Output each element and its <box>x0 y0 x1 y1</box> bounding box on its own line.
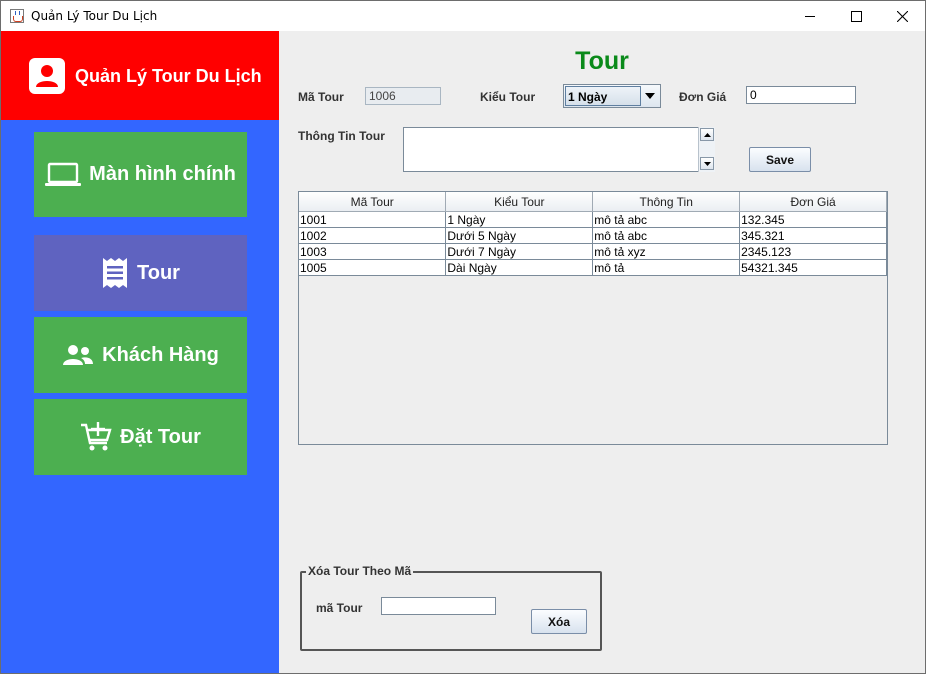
sidebar-header: Quản Lý Tour Du Lịch <box>1 31 279 120</box>
table-cell[interactable]: 2345.123 <box>739 243 887 260</box>
column-header[interactable]: Đơn Giá <box>739 192 887 212</box>
scroll-up-button[interactable] <box>700 128 714 141</box>
title-bar: Quản Lý Tour Du Lịch <box>1 1 925 31</box>
don-gia-field[interactable]: 0 <box>746 86 856 104</box>
main-panel: Tour Mã Tour 1006 Kiểu Tour 1 Ngày Đơn G… <box>279 31 925 673</box>
table-cell[interactable]: Dưới 5 Ngày <box>445 227 594 244</box>
table-cell[interactable]: Dưới 7 Ngày <box>445 243 594 260</box>
table-cell[interactable]: mô tả xyz <box>592 243 741 260</box>
tour-table: Mã Tour Kiểu Tour Thông Tin Đơn Giá 1001… <box>298 191 888 445</box>
column-header[interactable]: Kiểu Tour <box>445 192 594 212</box>
kieu-tour-combobox[interactable]: 1 Ngày <box>563 84 661 108</box>
table-cell[interactable]: 345.321 <box>739 227 887 244</box>
table-cell[interactable]: 1005 <box>299 259 447 276</box>
sidebar-title: Quản Lý Tour Du Lịch <box>75 66 262 86</box>
page-title: Tour <box>575 47 629 75</box>
thong-tin-tour-label: Thông Tin Tour <box>298 129 385 143</box>
table-cell[interactable]: 54321.345 <box>739 259 887 276</box>
table-cell[interactable]: 1 Ngày <box>445 211 594 228</box>
close-icon <box>896 10 908 22</box>
delete-ma-tour-label: mã Tour <box>316 601 363 615</box>
kieu-tour-selected: 1 Ngày <box>565 86 641 106</box>
table-cell[interactable]: mô tả <box>592 259 741 276</box>
sidebar-item-label: Màn hình chính <box>89 163 236 185</box>
cart-plus-icon <box>81 422 112 451</box>
delete-ma-tour-field[interactable] <box>381 597 496 615</box>
delete-group-title: Xóa Tour Theo Mã <box>306 564 414 578</box>
column-header[interactable]: Thông Tin <box>592 192 741 212</box>
save-button[interactable]: Save <box>749 147 811 172</box>
table-cell[interactable]: Dài Ngày <box>445 259 594 276</box>
table-cell[interactable]: mô tả abc <box>592 227 741 244</box>
arrow-up-icon <box>703 132 711 137</box>
table-row[interactable]: 1001 1 Ngày mô tả abc 132.345 <box>299 211 887 228</box>
maximize-icon <box>850 10 862 22</box>
sidebar-item-label: Đặt Tour <box>120 425 201 448</box>
textarea-scrollbar[interactable] <box>698 127 715 172</box>
maximize-button[interactable] <box>833 1 879 31</box>
application-window: Quản Lý Tour Du Lịch Quản Lý Tour Du Lịc… <box>0 0 926 674</box>
laptop-icon <box>45 162 82 186</box>
java-app-icon <box>10 9 24 23</box>
delete-tour-group: Xóa Tour Theo Mã mã Tour Xóa <box>300 564 602 651</box>
sidebar-item-label: Khách Hàng <box>102 343 219 366</box>
table-cell[interactable]: 1003 <box>299 243 447 260</box>
don-gia-label: Đơn Giá <box>679 90 727 104</box>
sidebar-item-label: Tour <box>137 261 180 284</box>
delete-button[interactable]: Xóa <box>531 609 587 634</box>
sidebar: Quản Lý Tour Du Lịch Màn hình chính Tour <box>1 31 279 673</box>
table-row[interactable]: 1002 Dưới 5 Ngày mô tả abc 345.321 <box>299 227 887 244</box>
table-header-row: Mã Tour Kiểu Tour Thông Tin Đơn Giá <box>299 192 887 212</box>
ma-tour-label: Mã Tour <box>298 90 344 104</box>
table-cell[interactable]: mô tả abc <box>592 211 741 228</box>
table-cell[interactable]: 132.345 <box>739 211 887 228</box>
receipt-icon <box>103 258 128 288</box>
column-header[interactable]: Mã Tour <box>299 192 447 212</box>
minimize-icon <box>804 15 815 17</box>
table-cell[interactable]: 1001 <box>299 211 447 228</box>
dropdown-arrow-button[interactable] <box>641 86 659 106</box>
users-icon <box>63 345 94 365</box>
thong-tin-tour-textarea[interactable] <box>403 127 715 172</box>
minimize-button[interactable] <box>787 1 833 31</box>
arrow-down-icon <box>703 161 711 166</box>
scroll-down-button[interactable] <box>700 157 714 170</box>
sidebar-item-customers[interactable]: Khách Hàng <box>34 317 247 393</box>
user-icon <box>29 58 65 94</box>
chevron-down-icon <box>645 93 655 99</box>
sidebar-item-tour[interactable]: Tour <box>34 235 247 311</box>
table-cell[interactable]: 1002 <box>299 227 447 244</box>
kieu-tour-label: Kiểu Tour <box>480 90 536 104</box>
ma-tour-field[interactable]: 1006 <box>365 87 441 105</box>
table-row[interactable]: 1005 Dài Ngày mô tả 54321.345 <box>299 259 887 276</box>
window-title: Quản Lý Tour Du Lịch <box>31 9 158 23</box>
table-row[interactable]: 1003 Dưới 7 Ngày mô tả xyz 2345.123 <box>299 243 887 260</box>
close-button[interactable] <box>879 1 925 31</box>
sidebar-item-main-screen[interactable]: Màn hình chính <box>34 132 247 217</box>
sidebar-item-book-tour[interactable]: Đặt Tour <box>34 399 247 475</box>
